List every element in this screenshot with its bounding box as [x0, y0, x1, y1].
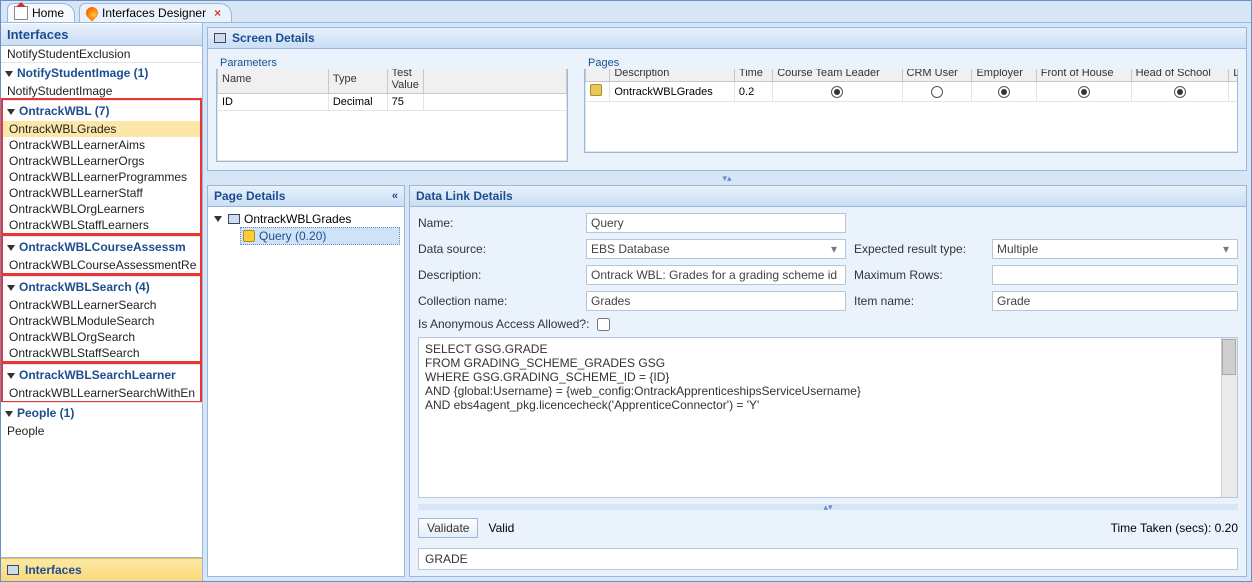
result-grid[interactable]: GRADE [418, 548, 1238, 570]
radio[interactable] [831, 86, 843, 98]
tree-group-header[interactable]: OntrackWBLSearch (4) [3, 276, 200, 297]
tree-group-header[interactable]: OntrackWBLSearchLearner [3, 364, 200, 385]
tree-group-header[interactable]: People (1) [1, 402, 202, 423]
datasource-label: Data source: [418, 242, 578, 256]
tree-item[interactable]: OntrackWBLLearnerOrgs [3, 153, 200, 169]
screen-details-header: Screen Details [208, 28, 1246, 49]
close-icon[interactable]: × [214, 6, 221, 20]
radio[interactable] [931, 86, 943, 98]
expected-result-type-label: Expected result type: [854, 242, 984, 256]
collection-label: Collection name: [418, 294, 578, 308]
screen-icon [7, 565, 19, 575]
maxrows-label: Maximum Rows: [854, 268, 984, 282]
validate-button[interactable]: Validate [418, 518, 478, 538]
tree-item[interactable]: OntrackWBLOrgLearners [3, 201, 200, 217]
tree-item[interactable]: OntrackWBLLearnerStaff [3, 185, 200, 201]
tree-item[interactable]: OntrackWBLOrgSearch [3, 329, 200, 345]
tree-item[interactable]: OntrackWBLGrades [3, 121, 200, 137]
sql-editor[interactable]: SELECT GSG.GRADE FROM GRADING_SCHEME_GRA… [418, 337, 1238, 498]
valid-status: Valid [488, 521, 514, 535]
time-taken: Time Taken (secs): 0.20 [1111, 521, 1238, 535]
tree-group-header[interactable]: OntrackWBLCourseAssessm [3, 236, 200, 257]
tab-label: Home [32, 6, 64, 20]
tree-item[interactable]: OntrackWBLLearnerSearch [3, 297, 200, 313]
horizontal-splitter[interactable]: ▾▴ [207, 175, 1247, 181]
anonymous-access-checkbox[interactable] [597, 318, 610, 331]
screen-icon [214, 33, 226, 43]
tab-interfaces-designer[interactable]: Interfaces Designer × [79, 3, 232, 22]
expected-result-type-select[interactable]: Multiple▾ [992, 239, 1238, 259]
name-label: Name: [418, 216, 578, 230]
parameters-grid[interactable]: Name Type Test Value ID Decimal 75 [217, 64, 567, 161]
name-field[interactable] [586, 213, 846, 233]
radio[interactable] [998, 86, 1010, 98]
table-row: ID Decimal 75 [218, 94, 567, 111]
collection-field[interactable] [586, 291, 846, 311]
tree-item[interactable]: People [1, 423, 202, 439]
maxrows-field[interactable] [992, 265, 1238, 285]
tree-item[interactable]: OntrackWBLModuleSearch [3, 313, 200, 329]
anonymous-access-label: Is Anonymous Access Allowed?: [418, 317, 589, 331]
lock-icon [590, 84, 602, 96]
pages-legend: Pages [584, 55, 1242, 69]
radio[interactable] [1174, 86, 1186, 98]
tree-item[interactable]: NotifyStudentImage [1, 83, 202, 99]
tree-item[interactable]: OntrackWBLLearnerProgrammes [3, 169, 200, 185]
page-details-panel: Page Details « OntrackWBLGrades Query (0… [207, 185, 405, 577]
description-field[interactable] [586, 265, 846, 285]
page-tree[interactable]: OntrackWBLGrades Query (0.20) [208, 207, 404, 576]
screen-details-panel: Screen Details Parameters Name Type Test… [207, 27, 1247, 171]
description-label: Description: [418, 268, 578, 282]
tree-group-header[interactable]: NotifyStudentImage (1) [1, 62, 202, 83]
pages-grid[interactable]: DescriptionTimeCourse Team LeaderCRM Use… [585, 64, 1238, 152]
database-icon [243, 230, 255, 242]
tree-item[interactable]: OntrackWBLLearnerSearchWithEn [3, 385, 200, 401]
sql-splitter[interactable]: ▴▾ [418, 504, 1238, 510]
tree-item[interactable]: OntrackWBLLearnerAims [3, 137, 200, 153]
home-icon [14, 6, 28, 20]
data-link-header: Data Link Details [410, 186, 1246, 207]
radio[interactable] [1078, 86, 1090, 98]
tree-item[interactable]: OntrackWBLStaffLearners [3, 217, 200, 233]
tree-node-root[interactable]: OntrackWBLGrades [212, 211, 400, 227]
tree-node-query[interactable]: Query (0.20) [240, 227, 400, 245]
itemname-label: Item name: [854, 294, 984, 308]
tab-bar: Home Interfaces Designer × [1, 1, 1251, 23]
footer-label: Interfaces [25, 563, 82, 577]
sidebar-title: Interfaces [1, 23, 202, 46]
itemname-field[interactable] [992, 291, 1238, 311]
sidebar-footer[interactable]: Interfaces [1, 558, 202, 581]
chevron-down-icon: ▾ [827, 242, 841, 256]
tree-item[interactable]: OntrackWBLStaffSearch [3, 345, 200, 361]
tab-home[interactable]: Home [7, 3, 75, 22]
interface-tree[interactable]: NotifyStudentExclusionNotifyStudentImage… [1, 46, 202, 558]
tree-group-header[interactable]: OntrackWBL (7) [3, 100, 200, 121]
datasource-select[interactable]: EBS Database▾ [586, 239, 846, 259]
page-icon [228, 214, 240, 224]
flame-icon [84, 5, 101, 22]
sidebar: Interfaces NotifyStudentExclusionNotifyS… [1, 23, 203, 581]
page-details-header[interactable]: Page Details « [208, 186, 404, 207]
tree-item[interactable]: OntrackWBLCourseAssessmentRe [3, 257, 200, 273]
tab-label: Interfaces Designer [102, 6, 206, 20]
tree-item[interactable]: NotifyStudentExclusion [1, 46, 202, 62]
collapse-icon[interactable]: « [392, 190, 398, 202]
data-link-details-panel: Data Link Details Name: Data source: EBS… [409, 185, 1247, 577]
parameters-legend: Parameters [216, 55, 576, 69]
chevron-down-icon: ▾ [1219, 242, 1233, 256]
table-row: OntrackWBLGrades0.2 [586, 82, 1239, 102]
scrollbar[interactable] [1221, 338, 1237, 497]
